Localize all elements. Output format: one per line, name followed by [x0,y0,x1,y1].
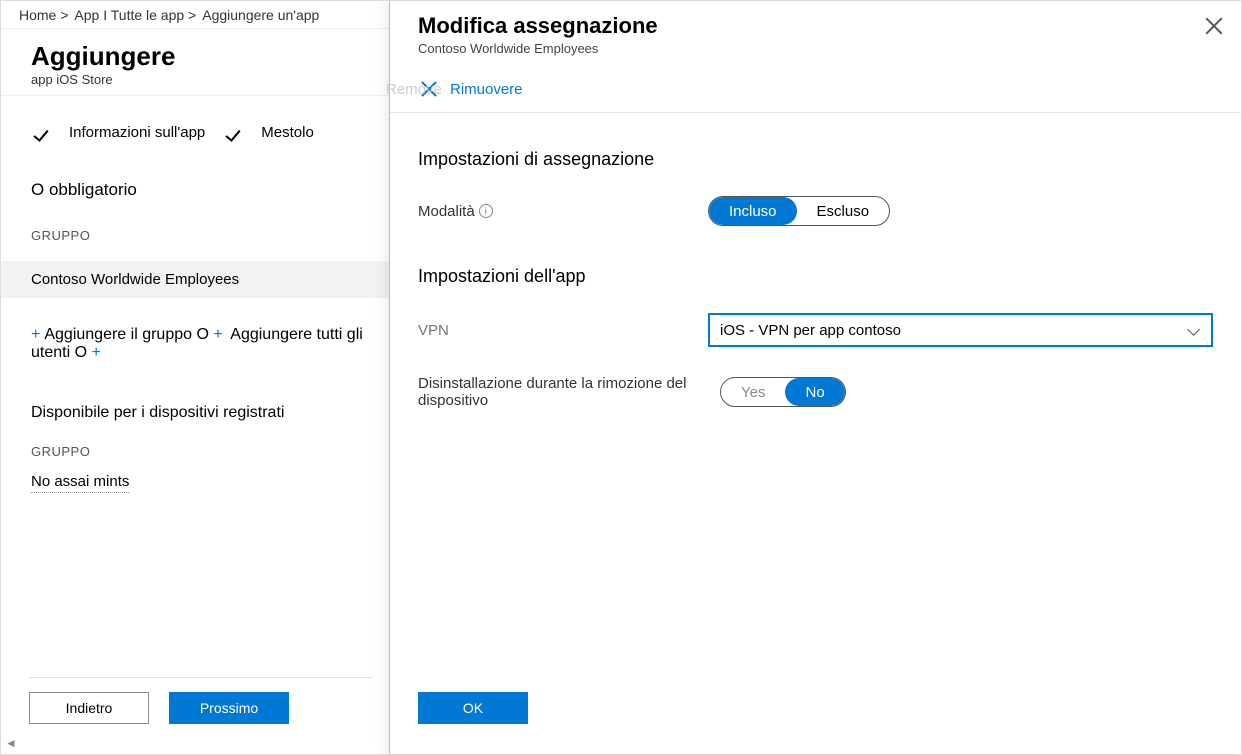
ok-button[interactable]: OK [418,692,528,724]
wizard-steps: Informazioni sull'app Mestolo [1,96,400,152]
breadcrumb-apps[interactable]: App I Tutte le app > [74,7,196,23]
close-icon[interactable] [1203,15,1225,37]
step-app-info[interactable]: Informazioni sull'app [69,124,205,141]
assignments-section: O obbligatorio GRUPPO Contoso Worldwide … [1,152,400,503]
panel-subtitle: Contoso Worldwide Employees [418,41,1213,56]
breadcrumb-home[interactable]: Home > [19,7,68,23]
required-heading: O obbligatorio [31,180,370,200]
group-column-header-2: GRUPPO [31,444,370,459]
app-settings-heading: Impostazioni dell'app [418,266,1213,287]
remove-button[interactable]: Remove Rimuovere [418,78,1213,100]
plus-icon: + [31,326,40,343]
uninstall-row: Disinstallazione durante la rimozione de… [418,375,1213,409]
available-heading: Disponibile per i dispositivi registrati [31,404,370,422]
edit-assignment-panel: Modifica assegnazione Contoso Worldwide … [389,1,1241,754]
step-mestolo[interactable]: Mestolo [261,124,314,141]
info-icon[interactable]: i [479,204,493,218]
left-pane: Aggiungere app iOS Store Informazioni su… [1,29,401,754]
vpn-row: VPN iOS - VPN per app contoso [418,313,1213,347]
divider [390,112,1241,113]
uninstall-no[interactable]: No [785,378,844,406]
check-icon [223,122,243,142]
assignment-settings: Impostazioni di assegnazione Modalità i … [418,149,1213,226]
vpn-label: VPN [418,322,708,339]
plus-icon: + [91,344,100,361]
app-settings: Impostazioni dell'app VPN iOS - VPN per … [418,266,1213,409]
group-column-header: GRUPPO [31,228,370,243]
add-group-link[interactable]: Aggiungere il gruppo O [44,326,209,343]
vpn-select[interactable]: iOS - VPN per app contoso [708,313,1213,347]
mode-toggle[interactable]: Incluso Escluso [708,196,890,226]
mode-label: Modalità i [418,203,708,220]
left-header: Aggiungere app iOS Store [1,29,400,96]
panel-header: Modifica assegnazione Contoso Worldwide … [418,13,1213,56]
mode-row: Modalità i Incluso Escluso [418,196,1213,226]
back-button[interactable]: Indietro [29,692,149,724]
uninstall-yes[interactable]: Yes [721,378,785,406]
uninstall-label: Disinstallazione durante la rimozione de… [418,375,728,409]
no-assignments: No assai mints [31,473,129,493]
check-icon [31,122,51,142]
breadcrumb-add[interactable]: Aggiungere un'app [202,7,319,23]
mode-included[interactable]: Incluso [709,197,797,225]
group-row-contoso[interactable]: Contoso Worldwide Employees [1,261,400,298]
vpn-label-text: VPN [418,322,449,339]
remove-ghost-label: Remove [386,81,442,98]
next-button[interactable]: Prossimo [169,692,289,724]
page-subtitle: app iOS Store [31,72,370,87]
remove-label: Rimuovere [450,81,523,98]
panel-title: Modifica assegnazione [418,13,1213,39]
page-title: Aggiungere [31,41,370,72]
add-links: +Aggiungere il gruppo O + Aggiungere tut… [31,326,370,362]
assignment-settings-heading: Impostazioni di assegnazione [418,149,1213,170]
scroll-left-icon[interactable]: ◄ [5,736,17,750]
mode-label-text: Modalità [418,203,475,220]
mode-excluded[interactable]: Escluso [797,197,890,225]
wizard-footer: Indietro Prossimo [29,677,372,724]
uninstall-toggle[interactable]: Yes No [720,377,846,407]
plus-icon: + [213,326,222,343]
vpn-selected-value: iOS - VPN per app contoso [720,322,901,339]
chevron-down-icon [1187,323,1201,337]
